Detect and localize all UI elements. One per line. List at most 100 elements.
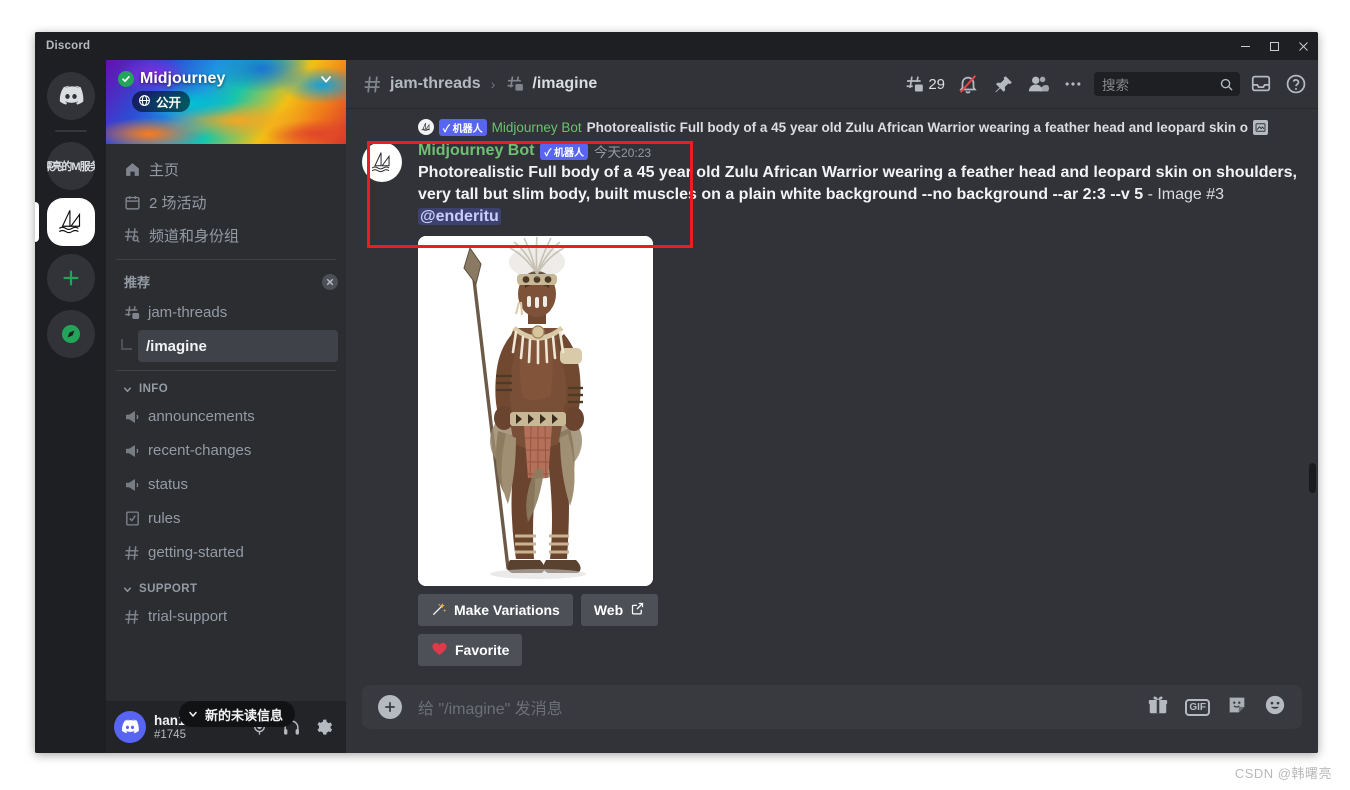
public-badge: 公开 [132, 91, 190, 112]
chat-column: jam-threads › /imagine 29 [346, 60, 1318, 753]
sticker-icon[interactable] [1226, 694, 1248, 721]
reply-author: Midjourney Bot [492, 120, 582, 135]
message-group: ✓ 机器人 Midjourney Bot Photorealistic Full… [346, 116, 1318, 666]
midjourney-sailboat-icon [47, 198, 95, 246]
guild-item-add-server[interactable] [35, 254, 106, 302]
sidebar-channel-trial-support[interactable]: trial-support [114, 600, 338, 633]
web-button[interactable]: Web [581, 594, 658, 626]
sidebar-channel-jam-threads[interactable]: jam-threads [114, 296, 338, 329]
message-bot-tag: ✓ 机器人 [540, 143, 588, 160]
sidebar-thread-imagine[interactable]: /imagine [114, 330, 338, 362]
sidebar-channel-label: getting-started [148, 544, 244, 561]
avatar[interactable] [362, 142, 402, 182]
gif-button[interactable]: GIF [1185, 699, 1210, 716]
heart-icon [431, 640, 448, 660]
guild-item-explore[interactable] [35, 310, 106, 358]
channel-list: 主页 2 场活动 频道和身份组 [106, 144, 346, 701]
header-tools: 29 [902, 68, 1310, 100]
emoji-icon[interactable] [1264, 694, 1286, 721]
sidebar-channel-announcements[interactable]: announcements [114, 400, 338, 433]
category-info-label: INFO [139, 383, 338, 395]
sidebar-channel-recent-changes[interactable]: recent-changes [114, 434, 338, 467]
app-title: Discord [46, 40, 90, 52]
public-badge-label: 公开 [156, 92, 181, 111]
sidebar-nav-channels-roles-label: 频道和身份组 [149, 225, 239, 246]
sidebar-channel-status[interactable]: status [114, 468, 338, 501]
pin-button[interactable] [989, 68, 1017, 100]
composer-wrap: 给 "/imagine" 发消息 GIF [346, 685, 1318, 753]
hash-icon [362, 74, 383, 95]
action-buttons-row-2: Favorite [418, 634, 1302, 666]
timestamp-day: 今天 [594, 145, 621, 160]
magic-wand-icon [431, 601, 447, 620]
message-composer[interactable]: 给 "/imagine" 发消息 GIF [362, 685, 1302, 729]
breadcrumb-thread-label: /imagine [532, 75, 597, 93]
chat-scrollbar[interactable] [1309, 463, 1316, 493]
message-mention[interactable]: @enderitu [418, 208, 501, 225]
channel-sidebar: Midjourney 公开 [106, 60, 346, 753]
sidebar-channel-label: jam-threads [148, 304, 227, 321]
search-icon [1219, 77, 1234, 92]
message-attachment-image[interactable] [418, 236, 653, 586]
attach-plus-icon[interactable] [378, 695, 402, 719]
sidebar-nav-events[interactable]: 2 场活动 [114, 186, 338, 218]
watermark: CSDN @韩曙亮 [1235, 763, 1332, 782]
sidebar-divider-1 [116, 259, 336, 260]
close-button[interactable] [1289, 32, 1318, 60]
make-variations-button[interactable]: Make Variations [418, 594, 573, 626]
timestamp-time: 20:23 [621, 146, 651, 160]
sidebar-channel-rules[interactable]: rules [114, 502, 338, 535]
inbox-button[interactable] [1247, 68, 1275, 100]
sidebar-channel-label: rules [148, 510, 181, 527]
plus-icon [47, 254, 95, 302]
gift-icon[interactable] [1147, 694, 1169, 721]
reply-text: Photorealistic Full body of a 45 year ol… [587, 120, 1248, 135]
recommended-header: 推荐 [106, 266, 346, 295]
sidebar-channel-label: trial-support [148, 608, 227, 625]
maximize-button[interactable] [1260, 32, 1289, 60]
close-icon[interactable] [322, 274, 338, 290]
discord-window: Discord [35, 32, 1318, 753]
members-button[interactable] [1024, 68, 1052, 100]
chevron-down-icon[interactable] [318, 71, 334, 87]
home-icon [122, 161, 142, 178]
reply-context[interactable]: ✓ 机器人 Midjourney Bot Photorealistic Full… [418, 116, 1302, 138]
more-button[interactable] [1059, 68, 1087, 100]
message-text: Photorealistic Full body of a 45 year ol… [418, 162, 1302, 228]
help-button[interactable] [1282, 68, 1310, 100]
message-author[interactable]: Midjourney Bot [418, 142, 534, 160]
guild-banner[interactable]: Midjourney 公开 [106, 60, 346, 144]
announcement-icon [122, 476, 142, 494]
rail-divider [55, 130, 87, 132]
guild-item-midjourney[interactable] [35, 198, 106, 246]
sidebar-thread-pill[interactable]: /imagine [138, 330, 338, 362]
breadcrumb-channel[interactable]: jam-threads [362, 74, 481, 95]
desktop-backdrop: Discord [0, 0, 1350, 790]
settings-gear-icon[interactable] [308, 712, 338, 742]
threads-button[interactable]: 29 [902, 68, 947, 100]
notifications-muted-button[interactable] [954, 68, 982, 100]
discord-logo-icon [47, 72, 95, 120]
guild-text-avatar: 漂亮的M服务 [47, 142, 95, 190]
sidebar-nav-home[interactable]: 主页 [114, 153, 338, 185]
category-support-label: SUPPORT [139, 583, 338, 595]
avatar[interactable] [114, 711, 146, 743]
sidebar-nav-home-label: 主页 [149, 159, 179, 180]
composer-tools: GIF [1147, 694, 1286, 721]
search-input[interactable]: 搜索 [1094, 72, 1240, 96]
reply-bot-tag: ✓ 机器人 [439, 119, 487, 136]
guild-item-home[interactable] [35, 72, 106, 120]
guild-item-server-my-m[interactable]: 漂亮的M服务 [35, 142, 106, 190]
sidebar-nav-events-label: 2 场活动 [149, 192, 207, 213]
breadcrumb-thread[interactable]: /imagine [505, 74, 597, 94]
sidebar-channel-getting-started[interactable]: getting-started [114, 536, 338, 569]
minimize-button[interactable] [1231, 32, 1260, 60]
reply-attachment-icon [1253, 120, 1268, 135]
unread-messages-pill[interactable]: 新的未读信息 [179, 701, 295, 727]
category-info[interactable]: INFO [106, 377, 346, 399]
favorite-button[interactable]: Favorite [418, 634, 522, 666]
sidebar-nav-channels-roles[interactable]: 频道和身份组 [114, 219, 338, 251]
category-support[interactable]: SUPPORT [106, 577, 346, 599]
forum-channel-icon [122, 304, 142, 322]
chevron-down-icon [122, 584, 133, 595]
